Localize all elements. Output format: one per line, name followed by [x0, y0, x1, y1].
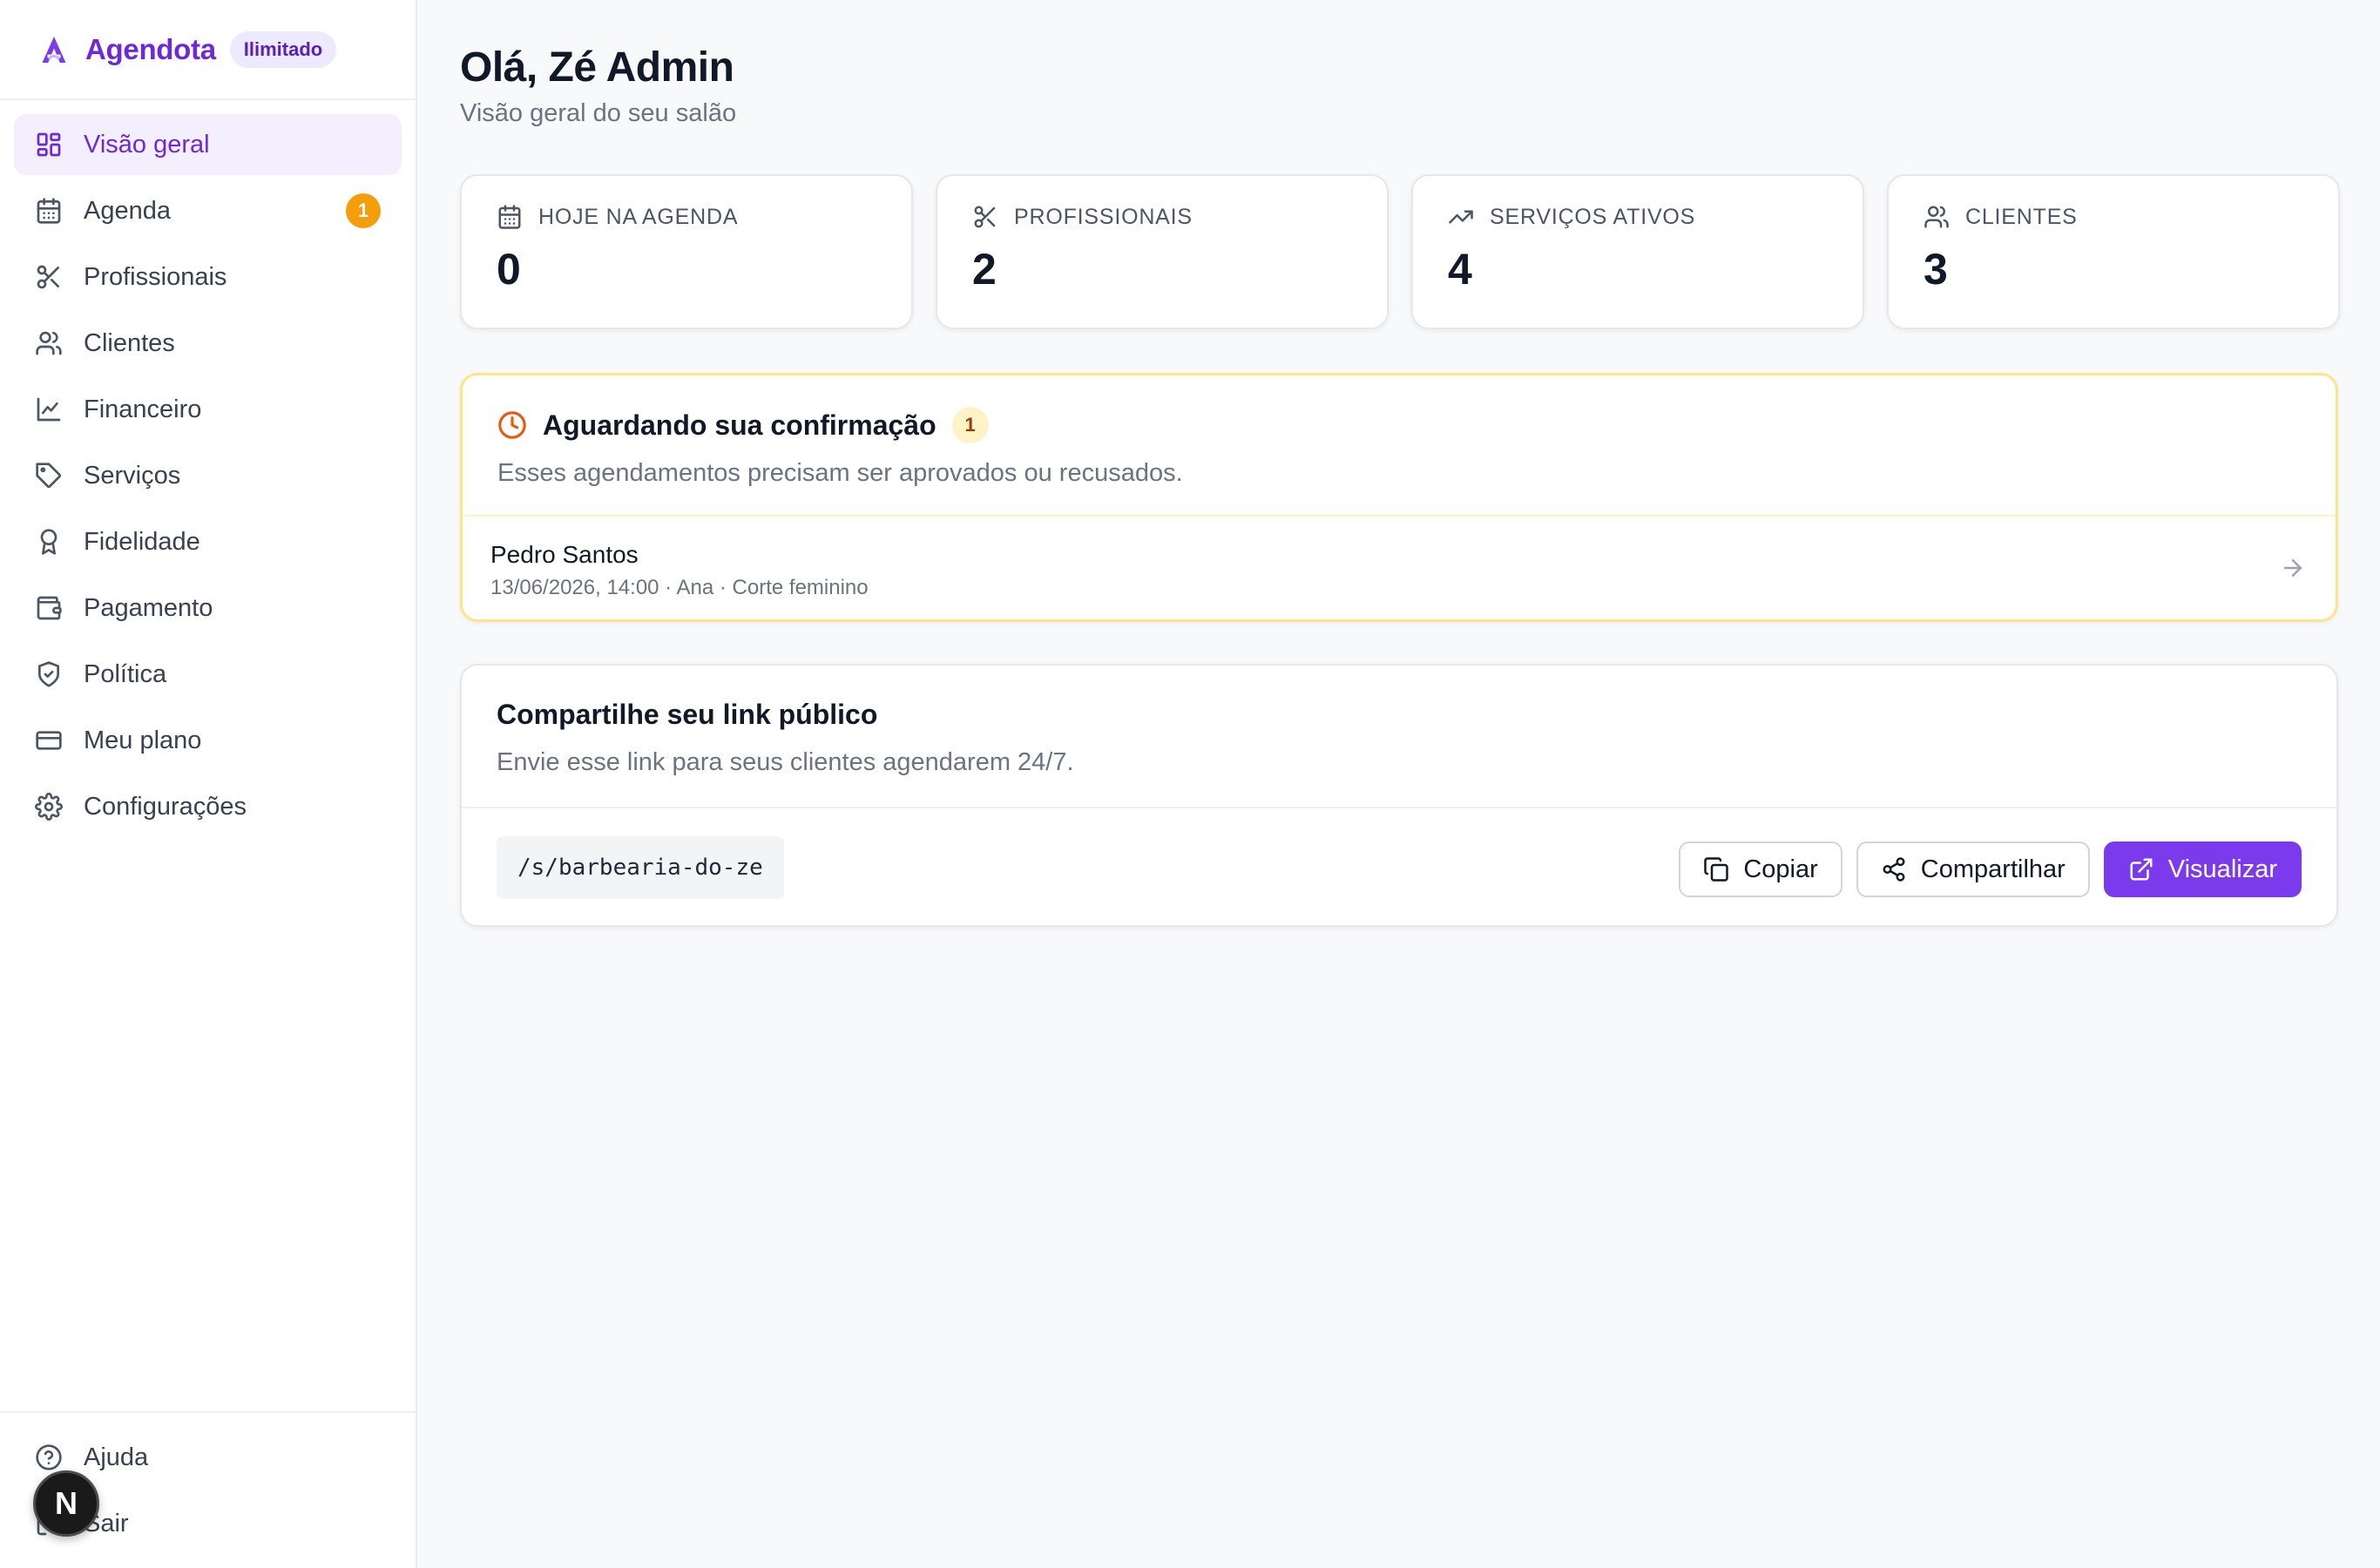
credit-card-icon — [36, 731, 62, 750]
stat-label: CLIENTES — [1965, 204, 2078, 229]
sidebar: Agendota Ilimitado Visão geral Agenda 1 … — [0, 0, 417, 1568]
sidebar-item-label: Política — [84, 659, 167, 688]
share-link-card: Compartilhe seu link público Envie esse … — [460, 664, 2338, 927]
sidebar-item-agenda[interactable]: Agenda 1 — [14, 180, 402, 241]
sidebar-item-label: Agenda — [84, 196, 171, 225]
share-title: Compartilhe seu link público — [497, 699, 878, 730]
public-link-field[interactable]: /s/barbearia-do-ze — [497, 836, 784, 899]
share-button-label: Compartilhar — [1920, 855, 2066, 883]
clock-icon — [498, 411, 526, 439]
dashboard-icon — [37, 132, 61, 157]
settings-icon — [35, 793, 63, 821]
award-icon — [40, 529, 57, 555]
view-button[interactable]: Visualizar — [2103, 841, 2302, 897]
sidebar-item-visao-geral[interactable]: Visão geral — [14, 114, 402, 175]
appointment-details: 13/06/2026, 14:00 · Ana · Corte feminino — [490, 576, 869, 599]
external-link-icon — [2130, 858, 2153, 881]
sidebar-item-servicos[interactable]: Serviços — [14, 445, 402, 506]
dev-indicator-button[interactable]: N — [33, 1470, 99, 1537]
stat-value: 0 — [497, 245, 521, 294]
sidebar-item-pagamento[interactable]: Pagamento — [14, 578, 402, 639]
sidebar-item-label: Pagamento — [84, 593, 213, 622]
sidebar-nav: Visão geral Agenda 1 Profissionais Clien… — [0, 100, 416, 837]
stat-label: PROFISSIONAIS — [1014, 204, 1193, 229]
agendota-logo-icon — [42, 36, 66, 63]
brand[interactable]: Agendota Ilimitado — [0, 0, 416, 100]
sidebar-item-label: Financeiro — [84, 395, 202, 423]
sidebar-item-financeiro[interactable]: Financeiro — [14, 379, 402, 440]
pending-count-badge: 1 — [951, 407, 989, 443]
sidebar-item-label: Meu plano — [84, 726, 202, 754]
sidebar-item-meu-plano[interactable]: Meu plano — [14, 710, 402, 771]
pending-confirmations-card: Aguardando sua confirmação 1 Esses agend… — [460, 373, 2338, 622]
agenda-count-badge: 1 — [346, 193, 381, 228]
wallet-icon — [37, 596, 62, 620]
sidebar-item-profissionais[interactable]: Profissionais — [14, 247, 402, 308]
share-button[interactable]: Compartilhar — [1856, 841, 2090, 897]
sidebar-item-label: Clientes — [84, 328, 175, 357]
stat-card-servicos: SERVIÇOS ATIVOS 4 — [1411, 174, 1864, 329]
tag-icon — [36, 463, 62, 489]
sidebar-item-label: Fidelidade — [84, 527, 200, 556]
appointment-client-name: Pedro Santos — [490, 541, 639, 568]
sidebar-item-fidelidade[interactable]: Fidelidade — [14, 511, 402, 572]
stat-value: 2 — [972, 245, 997, 294]
share-icon — [1883, 857, 1905, 882]
line-chart-icon — [37, 397, 61, 422]
plan-badge: Ilimitado — [229, 30, 337, 68]
users-icon — [1924, 206, 1949, 228]
stat-label: HOJE NA AGENDA — [538, 204, 739, 229]
scissors-icon — [37, 265, 59, 289]
brand-name: Agendota — [85, 32, 216, 65]
shield-check-icon — [38, 661, 59, 687]
stat-value: 3 — [1924, 245, 1948, 294]
scissors-icon — [974, 206, 996, 228]
sidebar-item-label: Configurações — [84, 792, 247, 821]
page-title: Olá, Zé Admin — [460, 44, 734, 91]
calendar-icon — [37, 198, 61, 224]
stat-value: 4 — [1448, 245, 1472, 294]
share-actions: Copiar Compartilhar Visualizar — [1679, 841, 2302, 897]
stat-card-hoje: HOJE NA AGENDA 0 — [460, 174, 913, 329]
trending-up-icon — [1449, 210, 1473, 224]
view-button-label: Visualizar — [2167, 855, 2277, 883]
pending-description: Esses agendamentos precisam ser aprovado… — [497, 459, 1183, 487]
page-subtitle: Visão geral do seu salão — [460, 99, 737, 127]
sidebar-item-label: Serviços — [84, 461, 181, 490]
help-circle-icon — [36, 1444, 62, 1470]
users-icon — [36, 331, 62, 355]
copy-icon — [1704, 857, 1729, 882]
sidebar-item-label: Profissionais — [84, 262, 227, 291]
sidebar-item-politica[interactable]: Política — [14, 644, 402, 705]
stat-card-profissionais: PROFISSIONAIS 2 — [936, 174, 1389, 329]
stat-label: SERVIÇOS ATIVOS — [1490, 204, 1696, 229]
stat-card-clientes: CLIENTES 3 — [1887, 174, 2340, 329]
sidebar-item-label: Visão geral — [84, 130, 210, 159]
copy-button[interactable]: Copiar — [1679, 841, 1842, 897]
copy-button-label: Copiar — [1743, 855, 1818, 883]
pending-title: Aguardando sua confirmação — [543, 409, 936, 441]
sidebar-item-clientes[interactable]: Clientes — [14, 313, 402, 374]
arrow-right-icon — [2284, 559, 2302, 577]
sidebar-item-configuracoes[interactable]: Configurações — [14, 776, 402, 837]
sidebar-item-label: Ajuda — [84, 1443, 149, 1471]
pending-appointment-row[interactable]: Pedro Santos 13/06/2026, 14:00 · Ana · C… — [463, 517, 2336, 619]
calendar-icon — [498, 205, 521, 229]
share-description: Envie esse link para seus clientes agend… — [497, 748, 1074, 776]
stats-row: HOJE NA AGENDA 0 PROFISSIONAIS 2 SERVIÇO… — [460, 174, 2340, 329]
